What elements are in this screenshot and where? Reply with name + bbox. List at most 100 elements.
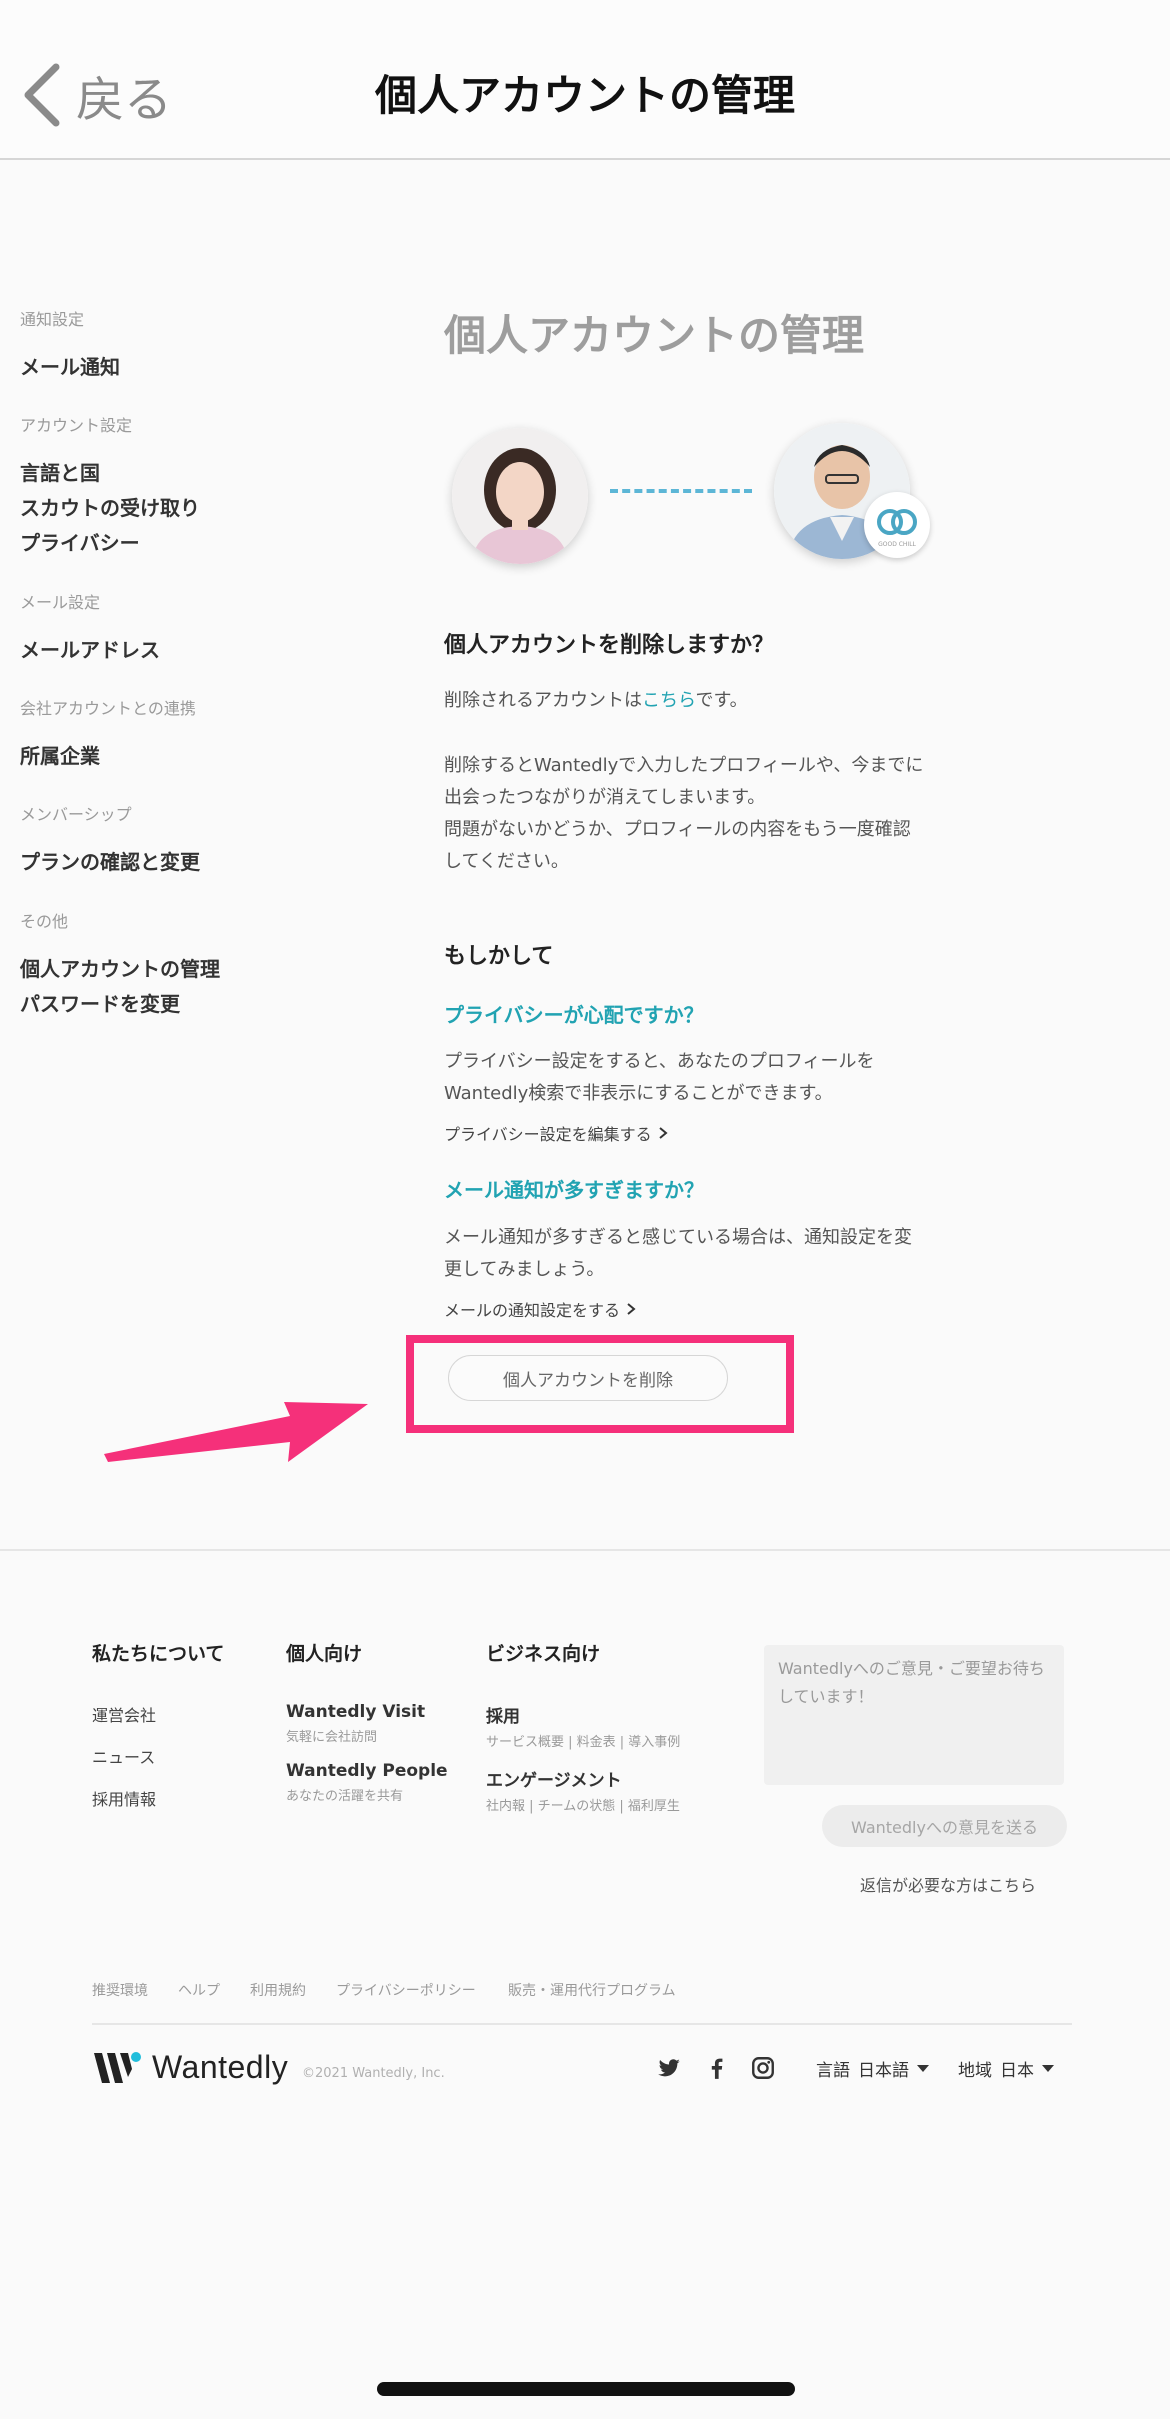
footer-link-news[interactable]: ニュース bbox=[92, 1744, 224, 1768]
warning-line: 削除するとWantedlyで入力したプロフィールや、今までに bbox=[444, 755, 924, 776]
footer-recruit-sub: サービス概要 | 料金表 | 導入事例 bbox=[486, 1735, 681, 1750]
delete-account-button[interactable]: 個人アカウントを削除 bbox=[448, 1355, 728, 1401]
footer-engagement-title: エンゲージメント bbox=[486, 1771, 622, 1791]
sidebar-group-company: 会社アカウントとの連携 所属企業 bbox=[20, 695, 196, 774]
mail-line: メール通知が多すぎると感じている場合は、通知設定を変 bbox=[444, 1227, 912, 1248]
sidebar-heading: 会社アカウントとの連携 bbox=[20, 699, 196, 718]
mail-notification-heading: メール通知が多すぎますか？ bbox=[444, 1178, 704, 1202]
privacy-settings-link-label: プライバシー設定を編集する bbox=[444, 1125, 652, 1144]
instagram-icon[interactable] bbox=[750, 2055, 776, 2081]
legal-divider bbox=[92, 2023, 1072, 2025]
woman-portrait-image bbox=[452, 428, 588, 564]
language-value: 日本語 bbox=[858, 2061, 909, 2081]
company-logo-badge: GOOD CHILL bbox=[864, 492, 930, 558]
footer-link-help[interactable]: ヘルプ bbox=[178, 1980, 220, 2000]
sidebar-item-privacy[interactable]: プライバシー bbox=[20, 526, 200, 561]
region-label: 地域 bbox=[958, 2061, 992, 2081]
sidebar-item-company[interactable]: 所属企業 bbox=[20, 739, 196, 774]
top-navigation-bar: 戻る 個人アカウントの管理 bbox=[0, 0, 1170, 160]
sidebar-group-mail: メール設定 メールアドレス bbox=[20, 589, 160, 668]
footer-about-column: 私たちについて 運営会社 ニュース 採用情報 bbox=[92, 1639, 224, 1810]
sidebar-heading: アカウント設定 bbox=[20, 416, 133, 435]
wantedly-mark-icon bbox=[94, 2051, 141, 2083]
privacy-line: Wantedly検索で非表示にすることができます。 bbox=[444, 1083, 833, 1104]
footer-recruit-title: 採用 bbox=[486, 1707, 520, 1727]
sidebar-heading: メール設定 bbox=[20, 593, 101, 612]
sidebar-group-membership: メンバーシップ プランの確認と変更 bbox=[20, 801, 200, 880]
language-label: 言語 bbox=[816, 2061, 850, 2081]
footer-people-title: Wantedly People bbox=[286, 1761, 448, 1781]
reply-required-link[interactable]: 返信が必要な方はこちら bbox=[860, 1872, 1036, 1896]
connection-line bbox=[610, 489, 752, 493]
sidebar-heading: その他 bbox=[20, 912, 69, 931]
page-title: 個人アカウントの管理 bbox=[374, 71, 795, 120]
home-indicator[interactable] bbox=[377, 2382, 795, 2396]
wantedly-logo[interactable]: Wantedly bbox=[94, 2049, 288, 2086]
footer-recruit-item[interactable]: 採用 サービス概要 | 料金表 | 導入事例 bbox=[486, 1702, 680, 1750]
sidebar-item-mail-notification[interactable]: メール通知 bbox=[20, 350, 120, 385]
footer-visit-title: Wantedly Visit bbox=[286, 1702, 426, 1722]
mail-settings-link-label: メールの通知設定をする bbox=[444, 1301, 621, 1320]
sidebar-item-scout[interactable]: スカウトの受け取り bbox=[20, 491, 200, 526]
warning-line: 問題がないかどうか、プロフィールの内容をもう一度確認 bbox=[444, 819, 911, 840]
arrow-annotation bbox=[104, 1402, 368, 1462]
maybe-heading: もしかして bbox=[444, 944, 554, 969]
footer-engagement-sub: 社内報 | チームの状態 | 福利厚生 bbox=[486, 1799, 680, 1814]
footer-business-column: ビジネス向け 採用 サービス概要 | 料金表 | 導入事例 エンゲージメント 社… bbox=[486, 1639, 680, 1814]
region-selector[interactable]: 地域 日本 bbox=[958, 2056, 1054, 2081]
chevron-right-icon bbox=[627, 1303, 636, 1315]
privacy-description: プライバシー設定をすると、あなたのプロフィールを Wantedly検索で非表示に… bbox=[444, 1046, 875, 1110]
privacy-concern-heading: プライバシーが心配ですか？ bbox=[444, 1003, 704, 1027]
footer-personal-column: 個人向け Wantedly Visit 気軽に会社訪問 Wantedly Peo… bbox=[286, 1639, 448, 1804]
footer-link-environment[interactable]: 推奨環境 bbox=[92, 1980, 148, 2000]
company-logo-icon: GOOD CHILL bbox=[877, 509, 917, 548]
send-feedback-button[interactable]: Wantedlyへの意見を送る bbox=[822, 1805, 1067, 1847]
footer-visit-sub: 気軽に会社訪問 bbox=[286, 1730, 378, 1745]
sidebar-group-account: アカウント設定 言語と国 スカウトの受け取り プライバシー bbox=[20, 412, 200, 561]
svg-text:GOOD CHILL: GOOD CHILL bbox=[878, 541, 916, 548]
sidebar-item-plan[interactable]: プランの確認と変更 bbox=[20, 845, 200, 880]
privacy-line: プライバシー設定をすると、あなたのプロフィールを bbox=[444, 1051, 875, 1072]
account-info-text: 削除されるアカウントはこちらです。 bbox=[444, 685, 748, 717]
sidebar-group-notification: 通知設定 メール通知 bbox=[20, 306, 120, 385]
privacy-settings-link[interactable]: プライバシー設定を編集する bbox=[444, 1121, 668, 1145]
footer-people-item[interactable]: Wantedly People あなたの活躍を共有 bbox=[286, 1761, 448, 1804]
footer-link-careers[interactable]: 採用情報 bbox=[92, 1786, 224, 1810]
footer-about-heading: 私たちについて bbox=[92, 1643, 225, 1665]
language-selector[interactable]: 言語 日本語 bbox=[816, 2056, 929, 2081]
section-title: 個人アカウントの管理 bbox=[444, 311, 865, 360]
footer-people-sub: あなたの活躍を共有 bbox=[286, 1789, 404, 1804]
delete-question-heading: 個人アカウントを削除しますか？ bbox=[444, 633, 775, 658]
account-link[interactable]: こちら bbox=[642, 690, 695, 711]
sidebar-item-mail-address[interactable]: メールアドレス bbox=[20, 633, 160, 668]
twitter-icon[interactable] bbox=[656, 2055, 682, 2081]
account-text-pre: 削除されるアカウントは bbox=[444, 690, 642, 711]
feedback-textarea[interactable]: Wantedlyへのご意見・ご要望お待ちしています！ bbox=[764, 1645, 1064, 1785]
mail-settings-link[interactable]: メールの通知設定をする bbox=[444, 1297, 636, 1321]
person-avatar-woman bbox=[452, 428, 588, 564]
warning-line: してください。 bbox=[444, 851, 569, 872]
sidebar-item-language-country[interactable]: 言語と国 bbox=[20, 456, 200, 491]
chevron-right-icon bbox=[659, 1127, 668, 1139]
footer-divider bbox=[0, 1549, 1170, 1551]
footer-engagement-item[interactable]: エンゲージメント 社内報 | チームの状態 | 福利厚生 bbox=[486, 1766, 680, 1814]
sidebar-item-account-management[interactable]: 個人アカウントの管理 bbox=[20, 952, 220, 987]
caret-down-icon bbox=[1042, 2065, 1054, 2072]
delete-warning-text: 削除するとWantedlyで入力したプロフィールや、今までに 出会ったつながりが… bbox=[444, 750, 923, 878]
sidebar-heading: 通知設定 bbox=[20, 310, 85, 329]
sidebar-item-change-password[interactable]: パスワードを変更 bbox=[20, 987, 220, 1022]
footer-visit-item[interactable]: Wantedly Visit 気軽に会社訪問 bbox=[286, 1702, 448, 1745]
brand-wordmark: Wantedly bbox=[152, 2049, 289, 2085]
footer-personal-heading: 個人向け bbox=[286, 1643, 363, 1665]
account-text-post: です。 bbox=[695, 690, 748, 711]
footer-link-terms[interactable]: 利用規約 bbox=[250, 1980, 306, 2000]
mail-description: メール通知が多すぎると感じている場合は、通知設定を変 更してみましょう。 bbox=[444, 1222, 912, 1286]
region-value: 日本 bbox=[1000, 2061, 1034, 2081]
facebook-icon[interactable] bbox=[704, 2055, 730, 2081]
warning-line: 出会ったつながりが消えてしまいます。 bbox=[444, 787, 766, 808]
mail-line: 更してみましょう。 bbox=[444, 1259, 605, 1280]
footer-link-company[interactable]: 運営会社 bbox=[92, 1702, 224, 1726]
footer-link-privacy-policy[interactable]: プライバシーポリシー bbox=[336, 1980, 476, 2000]
copyright-text: ©2021 Wantedly, Inc. bbox=[302, 2066, 445, 2081]
footer-link-sales-program[interactable]: 販売・運用代行プログラム bbox=[508, 1980, 676, 2000]
